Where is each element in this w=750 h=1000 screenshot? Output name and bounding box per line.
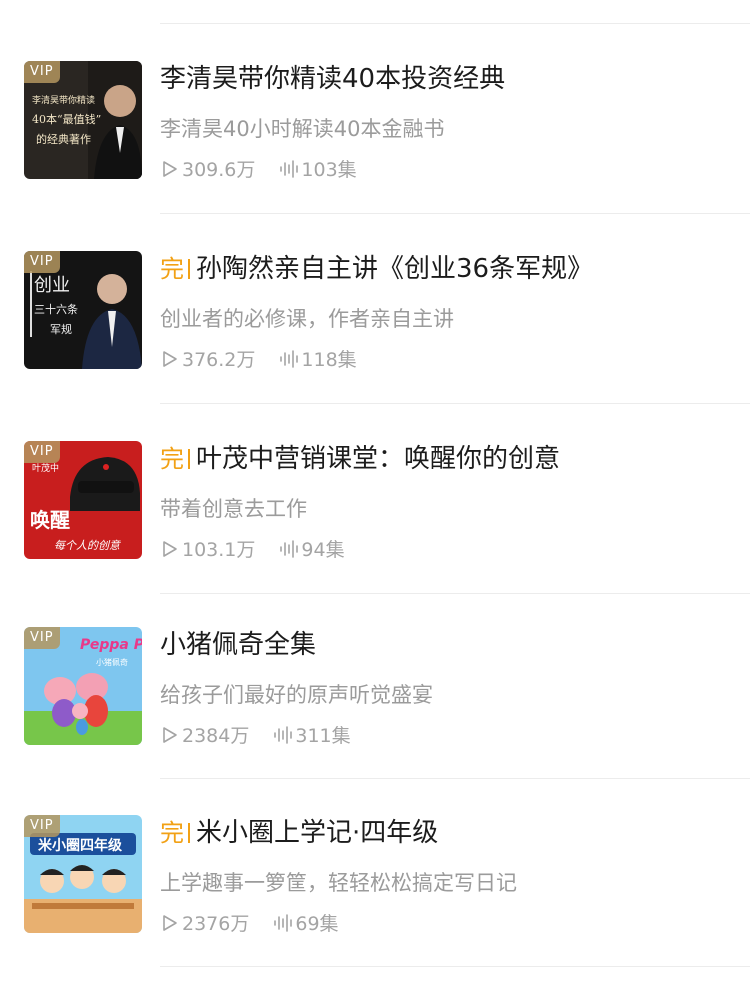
play-count: 103.1万 (162, 535, 255, 562)
list-item[interactable]: 叶茂中 唤醒 每个人的创意 VIP 完叶茂中营销课堂：唤醒你的创意 带着创意去工… (0, 441, 750, 611)
album-title-text: 小猪佩奇全集 (160, 630, 317, 660)
cover-text: 40本“最值钱” (32, 112, 101, 126)
finished-badge: 完 (160, 819, 190, 847)
episode-count-value: 118集 (301, 349, 357, 371)
album-subtitle: 给孩子们最好的原声听觉盛宴 (160, 683, 433, 707)
play-icon (162, 726, 178, 744)
vip-badge: VIP (24, 627, 60, 649)
album-title-text: 李清昊带你精读40本投资经典 (160, 64, 506, 94)
divider (160, 23, 750, 24)
vip-badge: VIP (24, 441, 60, 463)
play-icon (162, 540, 178, 558)
cover-text: 三十六条 (34, 302, 78, 316)
episode-count: 69集 (273, 909, 339, 936)
cover-text: 军规 (50, 322, 72, 336)
cover-text: 唤醒 (30, 508, 70, 532)
play-icon (162, 914, 178, 932)
vip-badge: VIP (24, 251, 60, 273)
album-title[interactable]: 完孙陶然亲自主讲《创业36条军规》 (160, 251, 593, 287)
album-stats: 309.6万 103集 (162, 155, 381, 182)
episode-count-value: 311集 (295, 725, 351, 747)
album-title[interactable]: 小猪佩奇全集 (160, 627, 316, 663)
album-title[interactable]: 李清昊带你精读40本投资经典 (160, 61, 505, 97)
album-title[interactable]: 完叶茂中营销课堂：唤醒你的创意 (160, 441, 560, 477)
album-title-text: 孙陶然亲自主讲《创业36条军规》 (196, 254, 594, 284)
divider (160, 778, 750, 779)
play-icon (162, 350, 178, 368)
divider (160, 403, 750, 404)
play-count: 309.6万 (162, 155, 255, 182)
divider (160, 966, 750, 967)
episode-count: 311集 (273, 721, 351, 748)
album-cover[interactable]: 米小圈四年级 VIP (24, 815, 142, 933)
album-cover[interactable]: 创业 三十六条 军规 VIP (24, 251, 142, 369)
sound-wave-icon (279, 539, 299, 558)
divider (160, 593, 750, 594)
cover-text: 的经典著作 (36, 132, 91, 146)
vip-badge: VIP (24, 815, 60, 837)
sound-wave-icon (279, 159, 299, 178)
album-cover[interactable]: 叶茂中 唤醒 每个人的创意 VIP (24, 441, 142, 559)
album-subtitle: 李清昊40小时解读40本金融书 (160, 117, 445, 141)
cover-text: 李清昊带你精读 (32, 94, 95, 106)
play-icon (162, 160, 178, 178)
cover-text: 创业 (34, 275, 70, 296)
album-stats: 2376万 69集 (162, 909, 363, 936)
list-item[interactable]: Peppa Pig 小猪佩奇 VIP 小猪佩奇全集 给孩子们最好的原声听觉盛宴 … (0, 627, 750, 797)
album-stats: 2384万 311集 (162, 721, 375, 748)
album-cover[interactable]: 李清昊带你精读 40本“最值钱” 的经典著作 VIP (24, 61, 142, 179)
episode-count: 94集 (279, 535, 345, 562)
cover-text: 每个人的创意 (54, 539, 121, 552)
album-title-text: 叶茂中营销课堂：唤醒你的创意 (196, 444, 561, 474)
album-subtitle: 上学趣事一箩筐，轻轻松松搞定写日记 (160, 871, 517, 895)
finished-badge: 完 (160, 445, 190, 473)
album-list: 李清昊带你精读 40本“最值钱” 的经典著作 VIP 李清昊带你精读40本投资经… (0, 0, 750, 1000)
play-count: 2376万 (162, 909, 249, 936)
finished-badge: 完 (160, 255, 190, 283)
play-count: 2384万 (162, 721, 249, 748)
list-item[interactable]: 创业 三十六条 军规 VIP 完孙陶然亲自主讲《创业36条军规》 创业者的必修课… (0, 251, 750, 421)
episode-count-value: 94集 (301, 539, 345, 561)
album-cover[interactable]: Peppa Pig 小猪佩奇 VIP (24, 627, 142, 745)
sound-wave-icon (279, 349, 299, 368)
album-subtitle: 创业者的必修课，作者亲自主讲 (160, 307, 454, 331)
play-count: 376.2万 (162, 345, 255, 372)
play-count-value: 2376万 (182, 913, 250, 935)
play-count-value: 309.6万 (182, 159, 256, 181)
list-item[interactable]: 米小圈四年级 VIP 完米小圈上学记·四年级 上学趣事一箩筐，轻轻松松搞定写日记… (0, 815, 750, 985)
album-stats: 376.2万 118集 (162, 345, 381, 372)
episode-count: 103集 (279, 155, 357, 182)
album-title[interactable]: 完米小圈上学记·四年级 (160, 815, 438, 851)
cover-text: Peppa Pig (80, 637, 142, 653)
cover-text: 米小圈四年级 (38, 837, 123, 854)
album-title-text: 米小圈上学记·四年级 (196, 818, 439, 848)
episode-count-value: 69集 (295, 913, 339, 935)
play-count-value: 376.2万 (182, 349, 256, 371)
list-item[interactable]: 李清昊带你精读 40本“最值钱” 的经典著作 VIP 李清昊带你精读40本投资经… (0, 61, 750, 231)
play-count-value: 103.1万 (182, 539, 256, 561)
sound-wave-icon (273, 913, 293, 932)
divider (160, 213, 750, 214)
vip-badge: VIP (24, 61, 60, 83)
album-subtitle: 带着创意去工作 (160, 497, 307, 521)
play-count-value: 2384万 (182, 725, 250, 747)
album-stats: 103.1万 94集 (162, 535, 369, 562)
cover-text: 小猪佩奇 (96, 657, 128, 667)
episode-count-value: 103集 (301, 159, 357, 181)
episode-count: 118集 (279, 345, 357, 372)
sound-wave-icon (273, 725, 293, 744)
cover-text: 叶茂中 (32, 462, 59, 474)
